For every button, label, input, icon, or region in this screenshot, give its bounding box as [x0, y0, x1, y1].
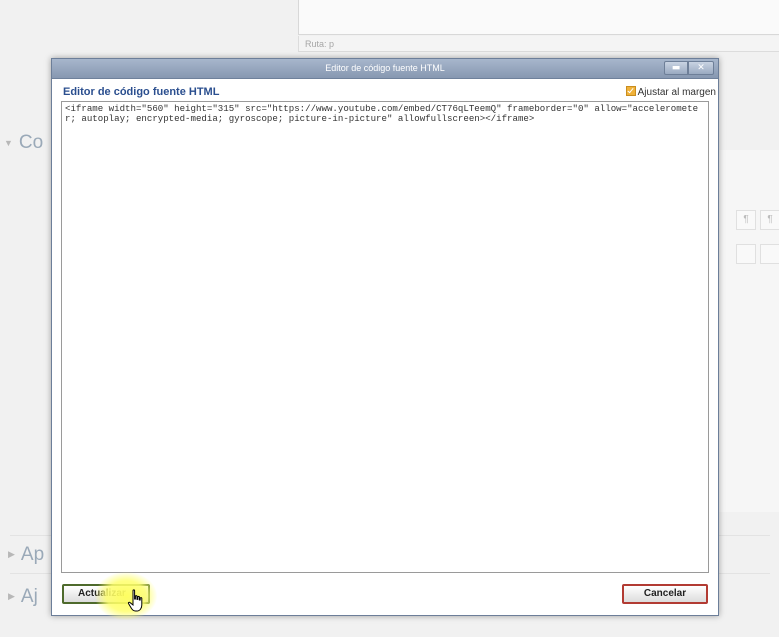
wrap-toggle[interactable]: Ajustar al margen	[625, 86, 716, 98]
paragraph-ltr-icon: ¶	[736, 210, 756, 230]
collapse-triangle-icon: ▼	[4, 137, 13, 148]
wrap-checkbox[interactable]	[625, 86, 636, 96]
background-path-bar: Ruta: p	[298, 36, 779, 52]
section-label: Aj	[20, 586, 38, 607]
editor-heading: Editor de código fuente HTML	[63, 86, 220, 98]
expand-triangle-icon: ▶	[8, 591, 15, 602]
path-label: Ruta: p	[305, 39, 335, 49]
minimize-icon: ▬	[671, 63, 681, 73]
html-source-textarea[interactable]: <iframe width="560" height="315" src="ht…	[61, 101, 709, 573]
dialog-titlebar[interactable]: Editor de código fuente HTML ▬ ✕	[52, 59, 718, 79]
background-section-settings[interactable]: ▶ Aj	[8, 586, 38, 608]
expand-triangle-icon: ▶	[8, 549, 15, 560]
paste-text-icon	[760, 244, 779, 264]
html-source-editor-dialog: Editor de código fuente HTML ▬ ✕ Editor …	[51, 58, 719, 616]
background-section-collapsible[interactable]: ▼ Co	[4, 132, 43, 154]
window-controls: ▬ ✕	[664, 61, 714, 75]
update-button[interactable]: Actualizar	[62, 584, 150, 604]
minimize-button[interactable]: ▬	[664, 61, 688, 75]
close-icon: ✕	[697, 63, 705, 73]
background-editor-area	[298, 0, 779, 35]
wrap-label: Ajustar al margen	[637, 87, 716, 98]
close-button[interactable]: ✕	[688, 61, 714, 75]
dialog-title: Editor de código fuente HTML	[325, 63, 445, 73]
section-label: Co	[18, 132, 44, 153]
section-label: Ap	[20, 544, 45, 565]
cancel-button[interactable]: Cancelar	[622, 584, 708, 604]
background-section-appearance[interactable]: ▶ Ap	[8, 544, 44, 566]
paragraph-rtl-icon: ¶	[760, 210, 779, 230]
paste-icon	[736, 244, 756, 264]
